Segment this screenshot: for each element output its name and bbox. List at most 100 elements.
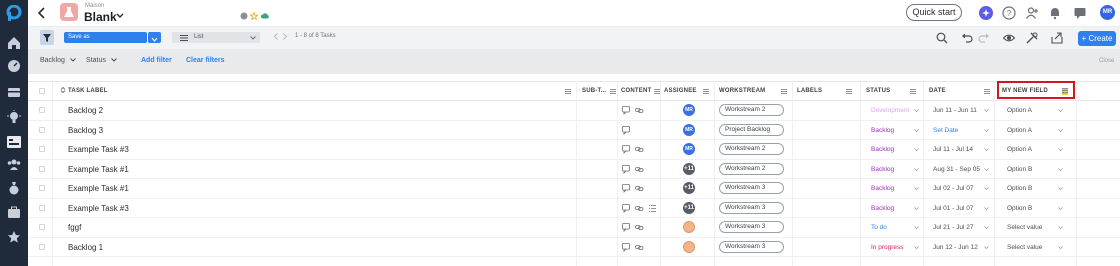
- chevron-down-icon[interactable]: [984, 148, 989, 151]
- notifications-bell-icon[interactable]: [1048, 6, 1062, 20]
- row-checkbox[interactable]: [39, 243, 45, 250]
- row-checkbox[interactable]: [39, 224, 45, 230]
- status-value[interactable]: Backlog: [871, 185, 894, 192]
- assignee-avatar[interactable]: +11: [683, 201, 695, 214]
- share-export-icon[interactable]: [1051, 32, 1063, 44]
- workstream-pill[interactable]: Workstream 2: [719, 143, 784, 155]
- eye-icon[interactable]: [1003, 32, 1015, 44]
- chevron-down-icon[interactable]: [1058, 245, 1063, 249]
- workstream-pill[interactable]: Workstream 3: [719, 221, 784, 233]
- briefcase-icon[interactable]: [7, 205, 21, 219]
- workstream-pill[interactable]: Workstream 2: [719, 162, 784, 175]
- comment-icon[interactable]: [622, 164, 631, 174]
- redo-icon[interactable]: [978, 32, 990, 44]
- select-all-checkbox[interactable]: [39, 88, 45, 94]
- task-label[interactable]: fggf: [68, 223, 81, 232]
- date-value[interactable]: Jun 12 - Jun 12: [933, 244, 978, 251]
- assignee-avatar[interactable]: [683, 221, 695, 233]
- save-as-button[interactable]: Save as: [64, 32, 147, 43]
- ai-assistant-icon[interactable]: [979, 6, 993, 20]
- assignee-avatar[interactable]: +11: [683, 162, 695, 175]
- cloud-icon[interactable]: [261, 12, 269, 20]
- workstream-pill[interactable]: Workstream 3: [719, 201, 784, 214]
- chevron-down-icon[interactable]: [984, 167, 989, 171]
- favorites-star-icon[interactable]: [7, 230, 21, 244]
- my-new-field-value[interactable]: Option A: [1007, 127, 1032, 134]
- my-new-field-value[interactable]: Select value: [1007, 224, 1042, 231]
- workstream-pill[interactable]: Workstream 2: [719, 104, 784, 116]
- team-icon[interactable]: [7, 157, 21, 171]
- task-label[interactable]: Example Task #3: [68, 145, 129, 154]
- comment-icon[interactable]: [622, 203, 631, 213]
- my-new-field-value[interactable]: Select value: [1007, 244, 1042, 251]
- status-filter[interactable]: Status: [86, 57, 117, 64]
- my-new-field-value[interactable]: Option A: [1007, 107, 1032, 114]
- comment-icon[interactable]: [622, 125, 631, 135]
- add-filter-link[interactable]: Add filter: [141, 57, 172, 64]
- table-row[interactable]: Backlog 2 MR Workstream 2 Development Jun 11…: [28, 101, 1120, 121]
- assignee-avatar[interactable]: MR: [683, 104, 695, 116]
- column-task-label[interactable]: TASK LABEL: [60, 82, 108, 101]
- status-value[interactable]: In progress: [871, 244, 904, 251]
- tools-icon[interactable]: [1026, 32, 1038, 44]
- column-status[interactable]: STATUS: [866, 82, 890, 101]
- comment-icon[interactable]: [622, 242, 631, 252]
- star-icon[interactable]: [250, 12, 258, 20]
- chevron-down-icon[interactable]: [914, 128, 919, 132]
- comment-icon[interactable]: [622, 145, 631, 154]
- inbox-icon[interactable]: [7, 85, 21, 99]
- my-new-field-value[interactable]: Option B: [1007, 205, 1032, 212]
- previous-page-icon[interactable]: [273, 33, 279, 40]
- row-checkbox[interactable]: [39, 165, 45, 172]
- chevron-down-icon[interactable]: [914, 167, 919, 171]
- column-assignee[interactable]: ASSIGNEE: [664, 82, 697, 101]
- column-date[interactable]: DATE: [929, 82, 946, 101]
- row-checkbox[interactable]: [39, 107, 45, 113]
- add-user-icon[interactable]: [1025, 6, 1039, 20]
- column-sub-tasks[interactable]: SUB-T...: [582, 82, 606, 101]
- column-menu-icon[interactable]: [910, 89, 916, 94]
- close-filters-link[interactable]: Close: [1099, 58, 1114, 64]
- user-avatar[interactable]: MR: [1100, 5, 1115, 20]
- table-row[interactable]: Backlog 1 Workstream 3 In progress Jun 12 -…: [28, 238, 1120, 257]
- chat-icon[interactable]: [1073, 6, 1087, 20]
- assignee-avatar[interactable]: MR: [683, 143, 695, 155]
- next-page-icon[interactable]: [282, 33, 288, 40]
- task-label[interactable]: Example Task #3: [68, 204, 129, 213]
- column-menu-icon[interactable]: [703, 89, 709, 94]
- date-value[interactable]: Set Date: [933, 127, 958, 134]
- chevron-down-icon[interactable]: [1058, 187, 1063, 190]
- table-row[interactable]: Example Task #3 +11 Workstream 3 Backlog Jul…: [28, 199, 1120, 218]
- status-value[interactable]: To do: [871, 224, 887, 231]
- column-labels[interactable]: LABELS: [797, 82, 822, 101]
- link-icon[interactable]: [635, 204, 644, 213]
- budget-icon[interactable]: [7, 181, 21, 195]
- save-as-dropdown-button[interactable]: [148, 32, 161, 43]
- link-icon[interactable]: [635, 106, 644, 115]
- row-checkbox[interactable]: [39, 185, 45, 191]
- date-value[interactable]: Jul 01 - Jul 07: [933, 205, 973, 212]
- status-value[interactable]: Backlog: [871, 127, 894, 134]
- chevron-down-icon[interactable]: [914, 109, 919, 112]
- status-value[interactable]: Backlog: [871, 166, 894, 173]
- link-icon[interactable]: [635, 243, 644, 252]
- assignee-avatar[interactable]: MR: [683, 123, 695, 136]
- row-checkbox[interactable]: [39, 126, 45, 133]
- view-selector[interactable]: List: [172, 32, 260, 43]
- column-menu-icon[interactable]: [565, 89, 571, 94]
- date-value[interactable]: Aug 31 - Sep 05: [933, 166, 980, 173]
- chevron-down-icon[interactable]: [1058, 206, 1063, 210]
- column-content[interactable]: CONTENT: [621, 82, 651, 101]
- date-value[interactable]: Jul 11 - Jul 14: [933, 146, 973, 153]
- status-value[interactable]: Development: [871, 107, 909, 114]
- workstream-pill[interactable]: Project Backlog: [719, 123, 784, 136]
- status-value[interactable]: Backlog: [871, 146, 894, 153]
- chevron-down-icon[interactable]: [914, 148, 919, 151]
- comment-icon[interactable]: [622, 223, 631, 232]
- chevron-down-icon[interactable]: [914, 226, 919, 229]
- chevron-down-icon[interactable]: [1058, 148, 1063, 151]
- assignee-avatar[interactable]: [683, 240, 695, 253]
- tasks-board-icon[interactable]: [7, 135, 21, 149]
- status-value[interactable]: Backlog: [871, 205, 894, 212]
- row-checkbox[interactable]: [39, 146, 45, 152]
